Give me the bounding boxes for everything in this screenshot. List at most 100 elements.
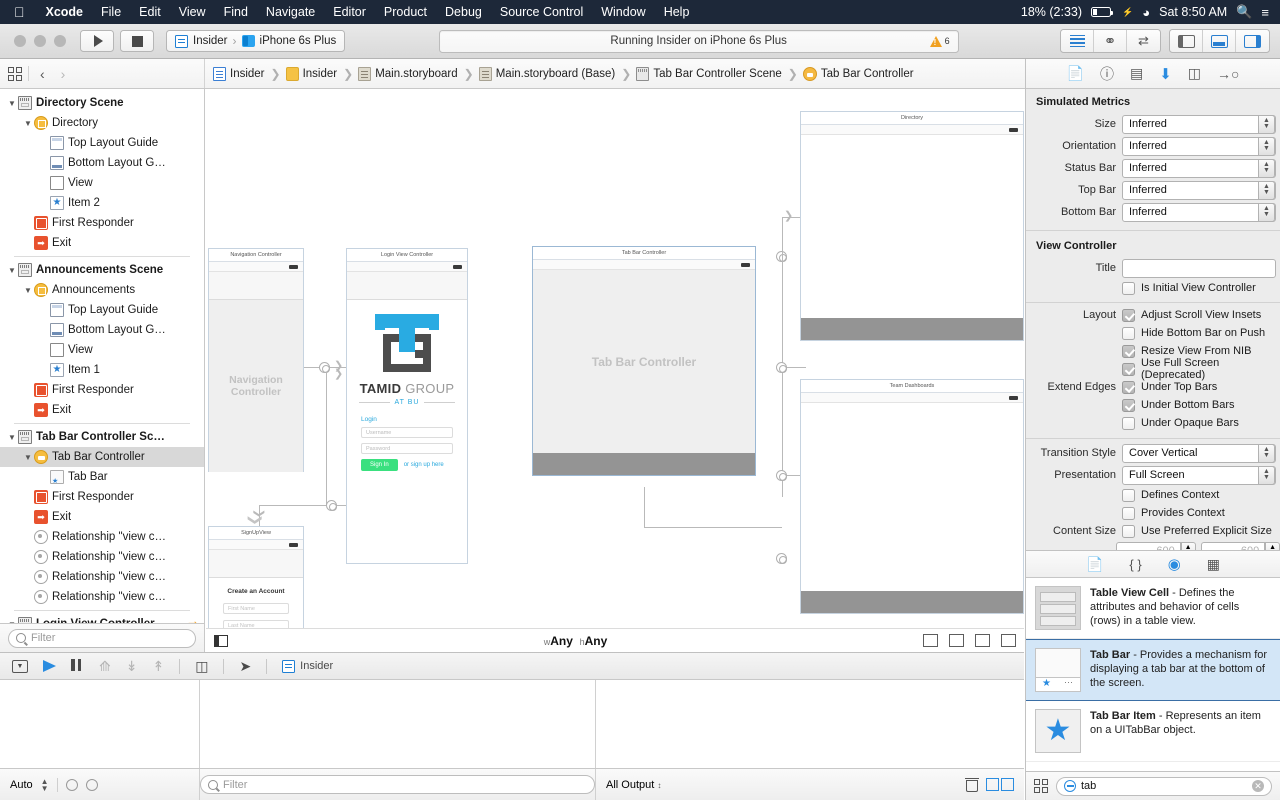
- simulated-tab-bar[interactable]: [533, 453, 755, 475]
- back-arrow-icon[interactable]: ‹: [35, 66, 50, 82]
- info-icon[interactable]: [85, 778, 98, 791]
- outline-row[interactable]: ➡ Exit: [0, 400, 204, 420]
- outline-row[interactable]: ▼ Directory Scene: [0, 93, 204, 113]
- menu-debug[interactable]: Debug: [436, 5, 491, 19]
- standard-editor-button[interactable]: [1061, 30, 1094, 52]
- chevron-updown-icon[interactable]: ▲ ▼: [1258, 465, 1275, 485]
- variables-view[interactable]: [0, 680, 200, 768]
- username-field[interactable]: Username: [361, 427, 453, 438]
- sign-in-button[interactable]: Sign In: [361, 459, 398, 471]
- menu-xcode[interactable]: Xcode: [37, 5, 93, 19]
- simulated-tab-bar[interactable]: [801, 318, 1023, 340]
- breadcrumb-item-storyboard-base[interactable]: Main.storyboard (Base) ❯: [478, 66, 634, 81]
- editor-mode-segments[interactable]: ⚭ ⇄: [1060, 29, 1161, 53]
- outline-row[interactable]: View: [0, 340, 204, 360]
- assistant-editor-button[interactable]: ⚭: [1094, 30, 1127, 52]
- toggle-navigator-button[interactable]: [1170, 30, 1203, 52]
- directory-scene[interactable]: Directory: [800, 111, 1024, 341]
- search-scope-icon[interactable]: [1064, 780, 1076, 792]
- window-controls[interactable]: [0, 35, 80, 47]
- clear-console-icon[interactable]: [965, 777, 979, 792]
- issues-badge[interactable]: 6: [929, 35, 950, 47]
- outline-row[interactable]: First Responder: [0, 380, 204, 400]
- filter-input[interactable]: Filter: [8, 628, 196, 648]
- content-height-input[interactable]: 600: [1200, 541, 1266, 550]
- content-height-stepper[interactable]: ▲▼: [1265, 541, 1280, 550]
- outline-row[interactable]: Relationship "view c…: [0, 547, 204, 567]
- clear-search-icon[interactable]: ✕: [1252, 780, 1264, 792]
- chevron-updown-icon[interactable]: ▲ ▼: [1258, 202, 1275, 222]
- zoom-icon[interactable]: [214, 634, 228, 647]
- file-template-library-icon[interactable]: 📄: [1086, 556, 1103, 573]
- notification-center-icon[interactable]: ≡: [1261, 5, 1269, 20]
- outline-list[interactable]: ▼ Directory Scene ▼ Directory Top Layout Gui…: [0, 89, 204, 623]
- quick-help-icon[interactable]: ⓘ: [1100, 64, 1114, 84]
- inspector-tab-bar[interactable]: 📄 ⓘ ▤ ⬇ ◫ →○: [1026, 59, 1280, 89]
- content-width-stepper[interactable]: ▲▼: [1180, 541, 1196, 550]
- step-into-icon[interactable]: ↡: [126, 658, 138, 675]
- library-search-input[interactable]: tab ✕: [1056, 776, 1272, 796]
- chevron-updown-icon[interactable]: ▲ ▼: [1258, 180, 1275, 200]
- is-initial-checkbox[interactable]: [1122, 281, 1135, 295]
- disclosure-open-icon[interactable]: ▼: [6, 99, 18, 108]
- login-view-controller-scene[interactable]: Login View Controller TAMID GROUP AT BU …: [346, 248, 468, 564]
- menu-product[interactable]: Product: [375, 5, 436, 19]
- variables-filter-input[interactable]: Filter: [200, 775, 595, 794]
- battery-icon[interactable]: [1091, 7, 1114, 17]
- pause-icon[interactable]: [71, 658, 84, 674]
- outline-row[interactable]: Relationship "view c…: [0, 587, 204, 607]
- under-bottom-bars-checkbox[interactable]: [1122, 398, 1135, 412]
- title-input[interactable]: [1122, 258, 1276, 278]
- defines-context-checkbox[interactable]: [1122, 488, 1135, 502]
- use-preferred-size-checkbox[interactable]: [1122, 524, 1135, 538]
- step-out-icon[interactable]: ↟: [152, 658, 164, 675]
- status-bar-popup[interactable]: Inferred ▲ ▼: [1122, 158, 1276, 178]
- content-width-input[interactable]: 600: [1116, 541, 1181, 550]
- align-icon[interactable]: [949, 634, 964, 647]
- presentation-popup[interactable]: Full Screen ▲ ▼: [1122, 465, 1276, 485]
- spotlight-search-icon[interactable]: 🔍: [1236, 4, 1252, 20]
- disclosure-open-icon[interactable]: ▼: [22, 119, 34, 128]
- outline-row[interactable]: Tab Bar: [0, 467, 204, 487]
- connections-inspector-icon[interactable]: →○: [1217, 66, 1239, 82]
- file-inspector-icon[interactable]: 📄: [1067, 65, 1084, 82]
- outline-row[interactable]: ★ Item 2: [0, 193, 204, 213]
- attributes-inspector-icon[interactable]: ⬇: [1159, 65, 1172, 83]
- outline-row[interactable]: ▼ Tab Bar Controller: [0, 447, 204, 467]
- outline-row[interactable]: Relationship "view c…: [0, 527, 204, 547]
- menu-help[interactable]: Help: [655, 5, 699, 19]
- outline-row[interactable]: ▼ Announcements: [0, 280, 204, 300]
- chevron-updown-icon[interactable]: ▲ ▼: [1258, 136, 1275, 156]
- chevron-updown-icon[interactable]: ▲ ▼: [1258, 443, 1275, 463]
- library-item-tab-bar-item[interactable]: ★ Tab Bar Item - Represents an item on a…: [1026, 701, 1280, 762]
- chevron-updown-icon[interactable]: ▲ ▼: [1258, 158, 1275, 178]
- menu-window[interactable]: Window: [592, 5, 654, 19]
- outline-row[interactable]: Bottom Layout G…: [0, 153, 204, 173]
- run-button[interactable]: [80, 30, 114, 52]
- navigation-controller-scene[interactable]: Navigation Controller Navigation Control…: [208, 248, 304, 472]
- battery-percentage[interactable]: 18% (2:33): [1021, 5, 1082, 19]
- console-split-segments[interactable]: [986, 778, 1014, 791]
- bottom-bar-popup[interactable]: Inferred ▲ ▼: [1122, 202, 1276, 222]
- breadcrumb-item-folder[interactable]: Insider ❯: [285, 66, 356, 81]
- wifi-icon[interactable]: ◕: [1142, 5, 1150, 20]
- code-snippet-library-icon[interactable]: { }: [1129, 557, 1141, 572]
- forward-arrow-icon[interactable]: ›: [56, 66, 71, 82]
- orientation-popup[interactable]: Inferred ▲ ▼: [1122, 136, 1276, 156]
- outline-row[interactable]: ▼ Announcements Scene: [0, 260, 204, 280]
- team-dashboards-scene[interactable]: Team Dashboards: [800, 379, 1024, 614]
- scheme-selector[interactable]: Insider › iPhone 6s Plus: [166, 30, 346, 52]
- provides-context-checkbox[interactable]: [1122, 506, 1135, 520]
- toggle-debug-area-button[interactable]: [1203, 30, 1236, 52]
- related-items-icon[interactable]: [8, 66, 22, 81]
- toggle-utilities-button[interactable]: [1236, 30, 1269, 52]
- target-icon[interactable]: [65, 778, 78, 791]
- hide-debug-area-icon[interactable]: ▼: [12, 659, 28, 673]
- segue-badge[interactable]: [776, 553, 787, 564]
- outline-row[interactable]: View: [0, 173, 204, 193]
- disclosure-open-icon[interactable]: ▼: [22, 453, 34, 462]
- top-bar-popup[interactable]: Inferred ▲ ▼: [1122, 180, 1276, 200]
- outline-row[interactable]: ➡ Exit: [0, 507, 204, 527]
- identity-inspector-icon[interactable]: ▤: [1130, 65, 1143, 82]
- tab-bar-controller-scene[interactable]: Tab Bar Controller Tab Bar Controller: [532, 246, 756, 476]
